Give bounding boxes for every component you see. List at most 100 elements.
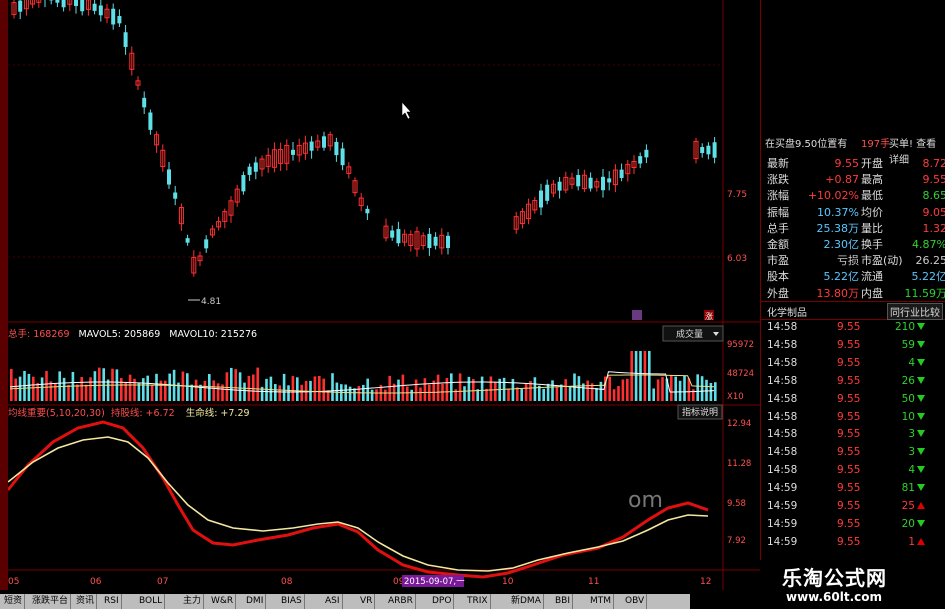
volume-bar — [401, 374, 405, 401]
volume-bar — [89, 377, 92, 401]
volume-bar — [670, 375, 673, 401]
candle-body-down — [204, 239, 209, 249]
candle-body-down — [148, 112, 153, 130]
trade-price: 9.55 — [837, 321, 861, 333]
volume-bar — [533, 377, 537, 401]
trade-price: 9.55 — [837, 338, 861, 351]
quote-row: 外盘 13.80万 内盘 11.59万 — [767, 285, 945, 303]
trade-volume: 3 — [908, 446, 915, 459]
tab-indicator[interactable]: W&R — [209, 594, 237, 609]
candle-body-down — [142, 97, 147, 108]
volume-bar — [656, 379, 660, 401]
volume-bar — [93, 371, 97, 401]
volume-bar — [423, 378, 427, 401]
volume-bar — [458, 373, 462, 401]
volume-bar — [269, 376, 273, 401]
volume-bar — [410, 389, 413, 401]
volume-bar — [146, 375, 149, 401]
volume-bar — [564, 379, 567, 401]
tab-indicator[interactable]: 资讯 — [74, 594, 98, 609]
volume-bar — [678, 380, 682, 401]
tab-indicator[interactable]: 新DMA — [509, 594, 544, 609]
tab-indicator[interactable]: BIAS — [279, 594, 305, 609]
volume-bar — [450, 373, 453, 401]
candle-body-down — [80, 0, 85, 12]
volume-bar — [76, 384, 79, 401]
volume-bar — [436, 374, 440, 401]
volume-bar — [661, 377, 664, 401]
trade-time: 14:58 — [767, 374, 798, 387]
volume-bar — [608, 376, 611, 401]
volume-bar — [463, 386, 466, 401]
volume-bar — [155, 373, 158, 401]
volume-bar — [287, 385, 290, 401]
trade-volume: 210 — [894, 321, 915, 333]
x-label-07: 07 — [157, 577, 168, 587]
volume-bar — [617, 386, 620, 401]
tick-trade-row: 14:58 9.55 3 — [767, 425, 945, 443]
tab-indicator[interactable]: 短资 — [2, 594, 26, 609]
tick-trade-row: 14:59 9.55 20 — [767, 515, 945, 533]
volume-bar — [291, 376, 295, 401]
volume-bar — [520, 388, 523, 401]
trade-price: 9.55 — [837, 500, 861, 512]
volume-bar — [630, 351, 633, 401]
volume-bars[interactable] — [10, 351, 717, 401]
volume-bar — [516, 387, 519, 401]
tab-indicator[interactable]: MTM — [588, 594, 615, 609]
trade-volume: 81 — [901, 482, 915, 495]
tick-trade-row: 14:59 9.55 1 — [767, 533, 945, 551]
tab-indicator[interactable]: BBI — [553, 594, 574, 609]
tab-indicator[interactable]: TRIX — [465, 594, 491, 609]
mavol5-legend: MAVOL5: 205869 — [79, 329, 161, 340]
tab-indicator[interactable]: 主力 — [181, 594, 205, 609]
event-marker[interactable] — [632, 310, 642, 320]
volume-bar — [652, 388, 655, 401]
brand-title: 乐淘公式网 — [782, 566, 887, 590]
volume-bar — [419, 387, 422, 401]
trade-price: 9.55 — [837, 374, 861, 387]
trade-time: 14:58 — [767, 464, 798, 477]
volume-bar — [555, 386, 559, 401]
hold-line — [6, 420, 709, 579]
volume-bar — [551, 380, 554, 401]
tab-indicator[interactable]: DMI — [244, 594, 267, 609]
trade-price: 9.55 — [837, 482, 861, 495]
volume-bar — [331, 373, 334, 401]
volume-bar — [612, 389, 616, 401]
mavol10-legend: MAVOL10: 215276 — [169, 329, 257, 340]
tab-indicator[interactable]: ASI — [323, 594, 343, 609]
volume-bar — [203, 380, 207, 401]
volume-bar — [265, 378, 268, 401]
quote-value: 13.80万 — [816, 286, 860, 300]
order-alert-header[interactable]: 在买盘9.50位置有 197手 买单! 查看详细 — [761, 137, 945, 166]
volume-bar — [397, 379, 400, 401]
volume-bar — [494, 382, 497, 401]
candle-body-down — [576, 174, 581, 187]
volume-bar — [150, 384, 154, 401]
indicator-y-label-3: 9.58 — [727, 499, 746, 509]
volume-bar — [318, 375, 321, 401]
volume-bar — [40, 377, 44, 401]
volume-bar — [599, 381, 603, 401]
total-volume-legend: 总手: 168269 — [8, 328, 70, 340]
volume-bar — [186, 373, 189, 401]
tab-indicator[interactable]: 涨跌平台 — [30, 594, 72, 609]
tab-indicator[interactable]: OBV — [623, 594, 648, 609]
tab-indicator[interactable]: ARBR — [386, 594, 416, 609]
tab-indicator[interactable]: RSI — [102, 594, 122, 609]
brand-watermark: 乐淘公式网 www.60lt.com — [760, 560, 945, 609]
candlestick-series[interactable] — [11, 0, 717, 277]
tick-trade-row: 14:58 9.55 4 — [767, 461, 945, 479]
arrow-down-icon — [917, 448, 925, 456]
life-line-legend: 生命线: +7.29 — [186, 407, 250, 419]
tick-trade-row: 14:58 9.55 210 — [767, 318, 945, 336]
candle-body-down — [167, 169, 171, 185]
tab-indicator[interactable]: VR — [358, 594, 376, 609]
trade-time: 14:58 — [767, 392, 798, 405]
tab-indicator[interactable]: BOLL — [137, 594, 166, 609]
volume-bar — [348, 386, 352, 401]
tab-indicator[interactable]: DPO — [430, 594, 455, 609]
candle-body-down — [712, 142, 717, 158]
candle-body-down — [706, 145, 711, 155]
